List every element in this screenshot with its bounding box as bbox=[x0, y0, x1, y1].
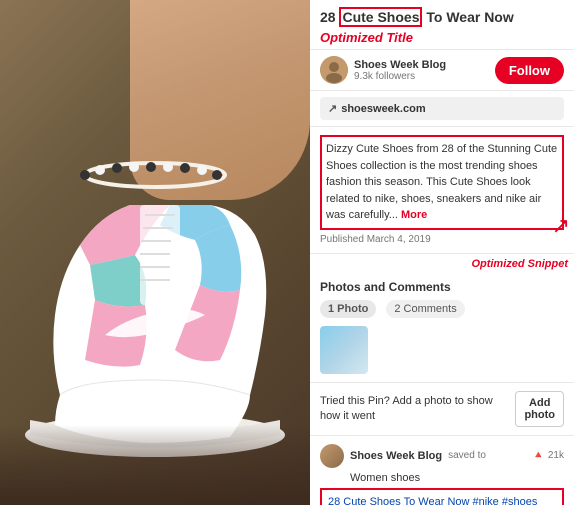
author-name: Shoes Week Blog bbox=[354, 59, 446, 71]
website-link[interactable]: ↗ shoesweek.com bbox=[320, 97, 564, 120]
table-surface bbox=[0, 425, 310, 505]
bottom-section: Shoes Week Blog saved to 🔺 21k Women sho… bbox=[310, 436, 574, 505]
board-name: Women shoes bbox=[320, 472, 564, 484]
website-section: ↗ shoesweek.com bbox=[310, 91, 574, 127]
bottom-author-info: Shoes Week Blog saved to bbox=[320, 444, 486, 468]
more-link[interactable]: More bbox=[401, 209, 427, 221]
photos-title: Photos and Comments bbox=[320, 280, 564, 294]
try-pin-text: Tried this Pin? Add a photo to show how … bbox=[320, 394, 515, 423]
description-body: Dizzy Cute Shoes from 28 of the Stunning… bbox=[326, 143, 557, 221]
description-section: Dizzy Cute Shoes from 28 of the Stunning… bbox=[310, 127, 574, 254]
title-suffix: To Wear Now bbox=[422, 9, 513, 25]
photo-thumb-1[interactable] bbox=[320, 326, 368, 374]
tab-1-photo[interactable]: 1 Photo bbox=[320, 300, 376, 318]
arrow-up-icon: ↗ bbox=[552, 215, 570, 237]
saves-info: 🔺 21k bbox=[532, 450, 564, 461]
shoe-image-area bbox=[0, 0, 310, 505]
saves-count: 21k bbox=[548, 450, 564, 461]
thumb-image-1 bbox=[320, 326, 368, 374]
bottom-author-name: Shoes Week Blog bbox=[350, 450, 442, 462]
author-followers: 9.3k followers bbox=[354, 71, 446, 82]
title-prefix: 28 bbox=[320, 9, 339, 25]
published-date: Published March 4, 2019 bbox=[320, 234, 564, 245]
title-section: 28 Cute Shoes To Wear Now Optimized Titl… bbox=[310, 0, 574, 50]
add-photo-button[interactable]: Addphoto bbox=[515, 391, 564, 427]
try-pin-section: Tried this Pin? Add a photo to show how … bbox=[310, 383, 574, 436]
optimized-snippet-label: Optimized Snippet bbox=[471, 256, 570, 270]
left-panel bbox=[0, 0, 310, 505]
optimized-title-label: Optimized Title bbox=[320, 30, 564, 45]
post-title: 28 Cute Shoes To Wear Now bbox=[320, 8, 564, 26]
title-highlight: Cute Shoes bbox=[339, 7, 422, 27]
right-panel: 28 Cute Shoes To Wear Now Optimized Titl… bbox=[310, 0, 574, 505]
optimized-snippet-container: Optimized Snippet bbox=[310, 254, 574, 272]
photo-thumbnails bbox=[320, 326, 564, 374]
saved-to-text: saved to bbox=[448, 450, 486, 461]
photos-tabs: 1 Photo 2 Comments bbox=[320, 300, 564, 318]
photos-section: Photos and Comments 1 Photo 2 Comments bbox=[310, 272, 574, 383]
external-link-icon: ↗ bbox=[328, 102, 337, 115]
bottom-avatar bbox=[320, 444, 344, 468]
tab-2-comments[interactable]: 2 Comments bbox=[386, 300, 464, 318]
description-text: Dizzy Cute Shoes from 28 of the Stunning… bbox=[320, 135, 564, 230]
saves-icon: 🔺 bbox=[532, 450, 544, 461]
follow-button[interactable]: Follow bbox=[495, 57, 564, 84]
hashtags-box: 28 Cute Shoes To Wear Now #nike #shoes #… bbox=[320, 488, 564, 505]
author-info: Shoes Week Blog 9.3k followers bbox=[320, 56, 446, 84]
author-avatar bbox=[320, 56, 348, 84]
website-url: shoesweek.com bbox=[341, 103, 425, 115]
bottom-author-row: Shoes Week Blog saved to 🔺 21k bbox=[320, 444, 564, 468]
shoe-illustration bbox=[10, 115, 300, 475]
author-section: Shoes Week Blog 9.3k followers Follow bbox=[310, 50, 574, 91]
snippet-annotation: ↗ bbox=[552, 215, 570, 237]
author-details: Shoes Week Blog 9.3k followers bbox=[354, 59, 446, 82]
